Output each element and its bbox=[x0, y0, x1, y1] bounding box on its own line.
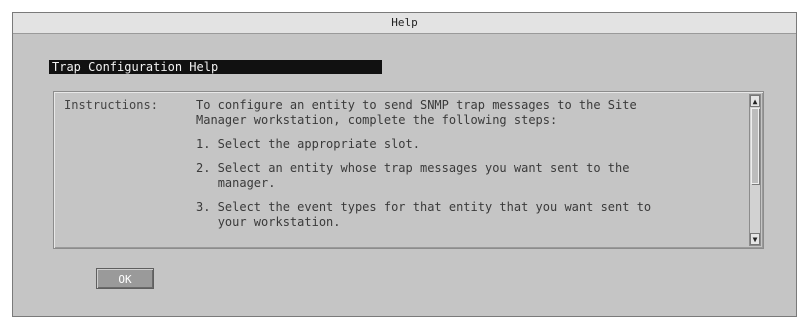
instructions-body: To configure an entity to send SNMP trap… bbox=[196, 98, 746, 239]
page-title: Trap Configuration Help bbox=[49, 60, 382, 74]
scroll-up-arrow-icon[interactable]: ▲ bbox=[750, 95, 760, 107]
instructions-label: Instructions: bbox=[64, 98, 158, 112]
vertical-scrollbar[interactable]: ▲ ▼ bbox=[749, 94, 761, 246]
ok-button[interactable]: OK bbox=[96, 268, 154, 289]
instructions-step-1: 1. Select the appropriate slot. bbox=[196, 137, 420, 151]
instructions-paragraph: To configure an entity to send SNMP trap… bbox=[196, 98, 637, 127]
window-title: Help bbox=[13, 13, 796, 34]
scrollbar-thumb[interactable] bbox=[751, 108, 759, 184]
instructions-step-2: 2. Select an entity whose trap messages … bbox=[196, 161, 630, 190]
instructions-step-3: 3. Select the event types for that entit… bbox=[196, 200, 652, 229]
help-window: Help Trap Configuration Help Instruction… bbox=[12, 12, 797, 317]
instructions-text-panel[interactable]: Instructions: To configure an entity to … bbox=[53, 91, 764, 249]
scroll-down-arrow-icon[interactable]: ▼ bbox=[750, 233, 760, 245]
